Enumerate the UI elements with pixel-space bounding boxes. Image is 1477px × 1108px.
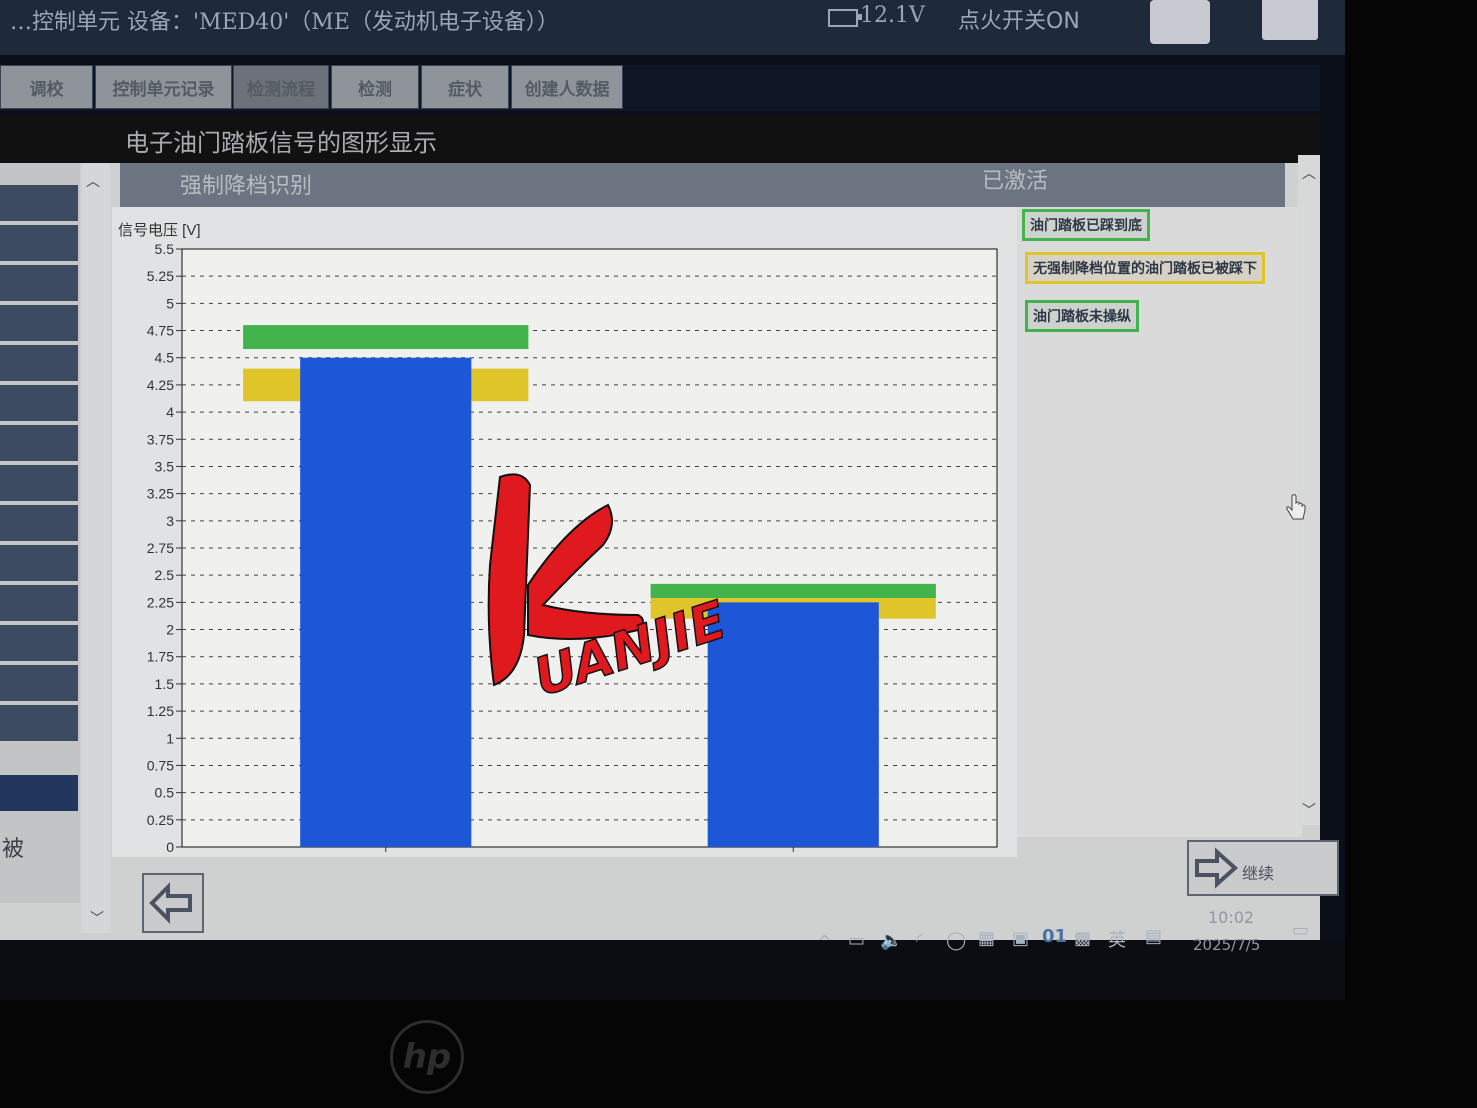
clock-time[interactable]: 10:02 <box>1208 908 1254 927</box>
legend-item-not-operated: 油门踏板未操纵 <box>1025 300 1139 332</box>
y-tick-label: 4 <box>166 404 174 420</box>
bar <box>300 357 472 847</box>
chevron-up-icon[interactable]: ︿ <box>1302 163 1316 183</box>
left-list: 被 <box>0 163 80 903</box>
section-label: 强制降档识别 <box>180 174 313 199</box>
list-item[interactable] <box>0 265 78 301</box>
bar <box>707 602 879 847</box>
tab-test-procedure[interactable]: 检测流程 <box>233 65 329 109</box>
battery-voltage: 12.1V <box>860 3 925 28</box>
continue-label: 继续 <box>1242 864 1275 883</box>
tab-control-unit-log[interactable]: 控制单元记录 <box>95 65 232 109</box>
printer-icon[interactable] <box>1150 0 1210 44</box>
y-tick-label: 2.75 <box>147 540 174 556</box>
y-tick-label: 2.5 <box>155 567 175 583</box>
threshold-band-green <box>243 325 529 350</box>
y-tick-label: 3 <box>166 513 174 529</box>
list-item[interactable] <box>0 425 78 461</box>
legend-item-pressed-no-kickdown: 无强制降档位置的油门踏板已被踩下 <box>1025 252 1265 284</box>
list-item[interactable] <box>0 185 78 221</box>
y-tick-label: 0.25 <box>147 812 174 828</box>
y-tick-label: 4.75 <box>147 323 174 339</box>
keyboard-icon[interactable]: ▩ <box>1074 928 1091 949</box>
back-button[interactable] <box>142 873 204 933</box>
y-tick-label: 1 <box>166 730 174 746</box>
y-tick-label: 3.75 <box>147 431 174 447</box>
y-tick-label: 1.5 <box>155 676 175 692</box>
legend-panel: 油门踏板已踩到底 无强制降档位置的油门踏板已被踩下 油门踏板未操纵 <box>1017 207 1302 837</box>
y-tick-label: 2 <box>166 622 174 638</box>
y-tick-label: 0.5 <box>155 785 175 801</box>
list-item[interactable] <box>0 585 78 621</box>
notes-icon[interactable]: ▤ <box>1145 926 1162 947</box>
notification-icon[interactable]: ▭ <box>1292 920 1309 941</box>
hand-cursor-icon <box>1286 494 1306 520</box>
battery-icon <box>828 9 862 27</box>
y-tick-label: 0.75 <box>147 757 174 773</box>
y-tick-label: 5 <box>166 295 174 311</box>
page-title: 电子油门踏板信号的图形显示 <box>125 129 437 157</box>
page-heading: 电子油门踏板信号的图形显示 <box>0 115 1320 163</box>
list-item-partial-text: 被 <box>2 837 25 862</box>
chevron-down-icon[interactable]: ﹀ <box>1302 800 1316 820</box>
section-status: 已激活 <box>982 169 1049 194</box>
arrow-right-icon <box>1195 847 1239 889</box>
legend-item-fully-pressed: 油门踏板已踩到底 <box>1022 209 1150 241</box>
list-item[interactable] <box>0 225 78 261</box>
y-tick-label: 1.75 <box>147 649 174 665</box>
screen: …控制单元 设备：'MED40'（ME（发动机电子设备）） 12.1V 点火开关… <box>0 0 1345 1000</box>
list-item[interactable] <box>0 705 78 741</box>
title-bar: …控制单元 设备：'MED40'（ME（发动机电子设备）） 12.1V 点火开关… <box>0 0 1345 55</box>
taskbar: ^ ▭ 🔈 ◜ ◯ ▦ ▣ 01 ▩ 英 ▤ 10:02 2025/7/5 ▭ <box>0 908 1345 1000</box>
tab-symptoms[interactable]: 症状 <box>421 65 509 109</box>
tab-create-personal-data[interactable]: 创建人数据 <box>511 65 623 109</box>
right-scrollbar[interactable]: ︿ ﹀ <box>1298 155 1320 825</box>
hp-logo: hp <box>390 1020 464 1094</box>
y-tick-label: 5.25 <box>147 268 174 284</box>
list-item[interactable] <box>0 345 78 381</box>
arrow-left-icon <box>149 882 192 924</box>
y-tick-label: 5.5 <box>155 241 175 257</box>
y-tick-label: 0 <box>166 839 174 855</box>
list-item[interactable] <box>0 665 78 701</box>
sync-icon[interactable]: ◯ <box>946 930 966 951</box>
toolbar-icon[interactable] <box>1262 0 1318 40</box>
clock-date[interactable]: 2025/7/5 <box>1193 936 1260 954</box>
y-tick-label: 3.25 <box>147 486 174 502</box>
device-title: …控制单元 设备：'MED40'（ME（发动机电子设备）） <box>10 10 559 35</box>
tab-test[interactable]: 检测 <box>331 65 419 109</box>
list-item[interactable] <box>0 305 78 341</box>
wifi-icon[interactable]: ◜ <box>916 930 923 951</box>
tab-calibration[interactable]: 调校 <box>0 65 93 109</box>
tab-bar: 调校 控制单元记录 检测流程 检测 症状 创建人数据 <box>0 65 1320 111</box>
chevron-down-icon[interactable]: ﹀ <box>90 908 104 928</box>
list-item[interactable] <box>0 625 78 661</box>
volume-icon[interactable]: 🔈 <box>880 930 902 951</box>
power-icon[interactable]: ▭ <box>848 930 865 951</box>
watermark-logo: UANJIE <box>487 473 730 709</box>
section-header: 强制降档识别 已激活 <box>120 163 1285 207</box>
ime-indicator[interactable]: 英 <box>1108 926 1126 952</box>
y-tick-label: 2.25 <box>147 594 174 610</box>
y-tick-label: 1.25 <box>147 703 174 719</box>
lock-icon[interactable]: ▣ <box>1012 928 1029 949</box>
ignition-status: 点火开关ON <box>958 9 1080 34</box>
y-tick-label: 4.25 <box>147 377 174 393</box>
list-item[interactable] <box>0 465 78 501</box>
list-item[interactable] <box>0 505 78 541</box>
network-icon[interactable]: ▦ <box>978 928 995 949</box>
left-scrollbar[interactable]: ︿ ﹀ <box>82 163 110 933</box>
list-item[interactable] <box>0 545 78 581</box>
chevron-up-icon[interactable]: ^ <box>817 932 832 953</box>
app-01-icon[interactable]: 01 <box>1042 926 1067 947</box>
y-tick-label: 4.5 <box>155 350 175 366</box>
y-axis-label: 信号电压 [V] <box>118 222 201 239</box>
list-item-selected[interactable] <box>0 775 78 811</box>
continue-button[interactable]: 继续 <box>1187 840 1339 896</box>
chevron-up-icon[interactable]: ︿ <box>86 171 100 191</box>
y-tick-label: 3.5 <box>155 458 175 474</box>
list-item[interactable] <box>0 385 78 421</box>
